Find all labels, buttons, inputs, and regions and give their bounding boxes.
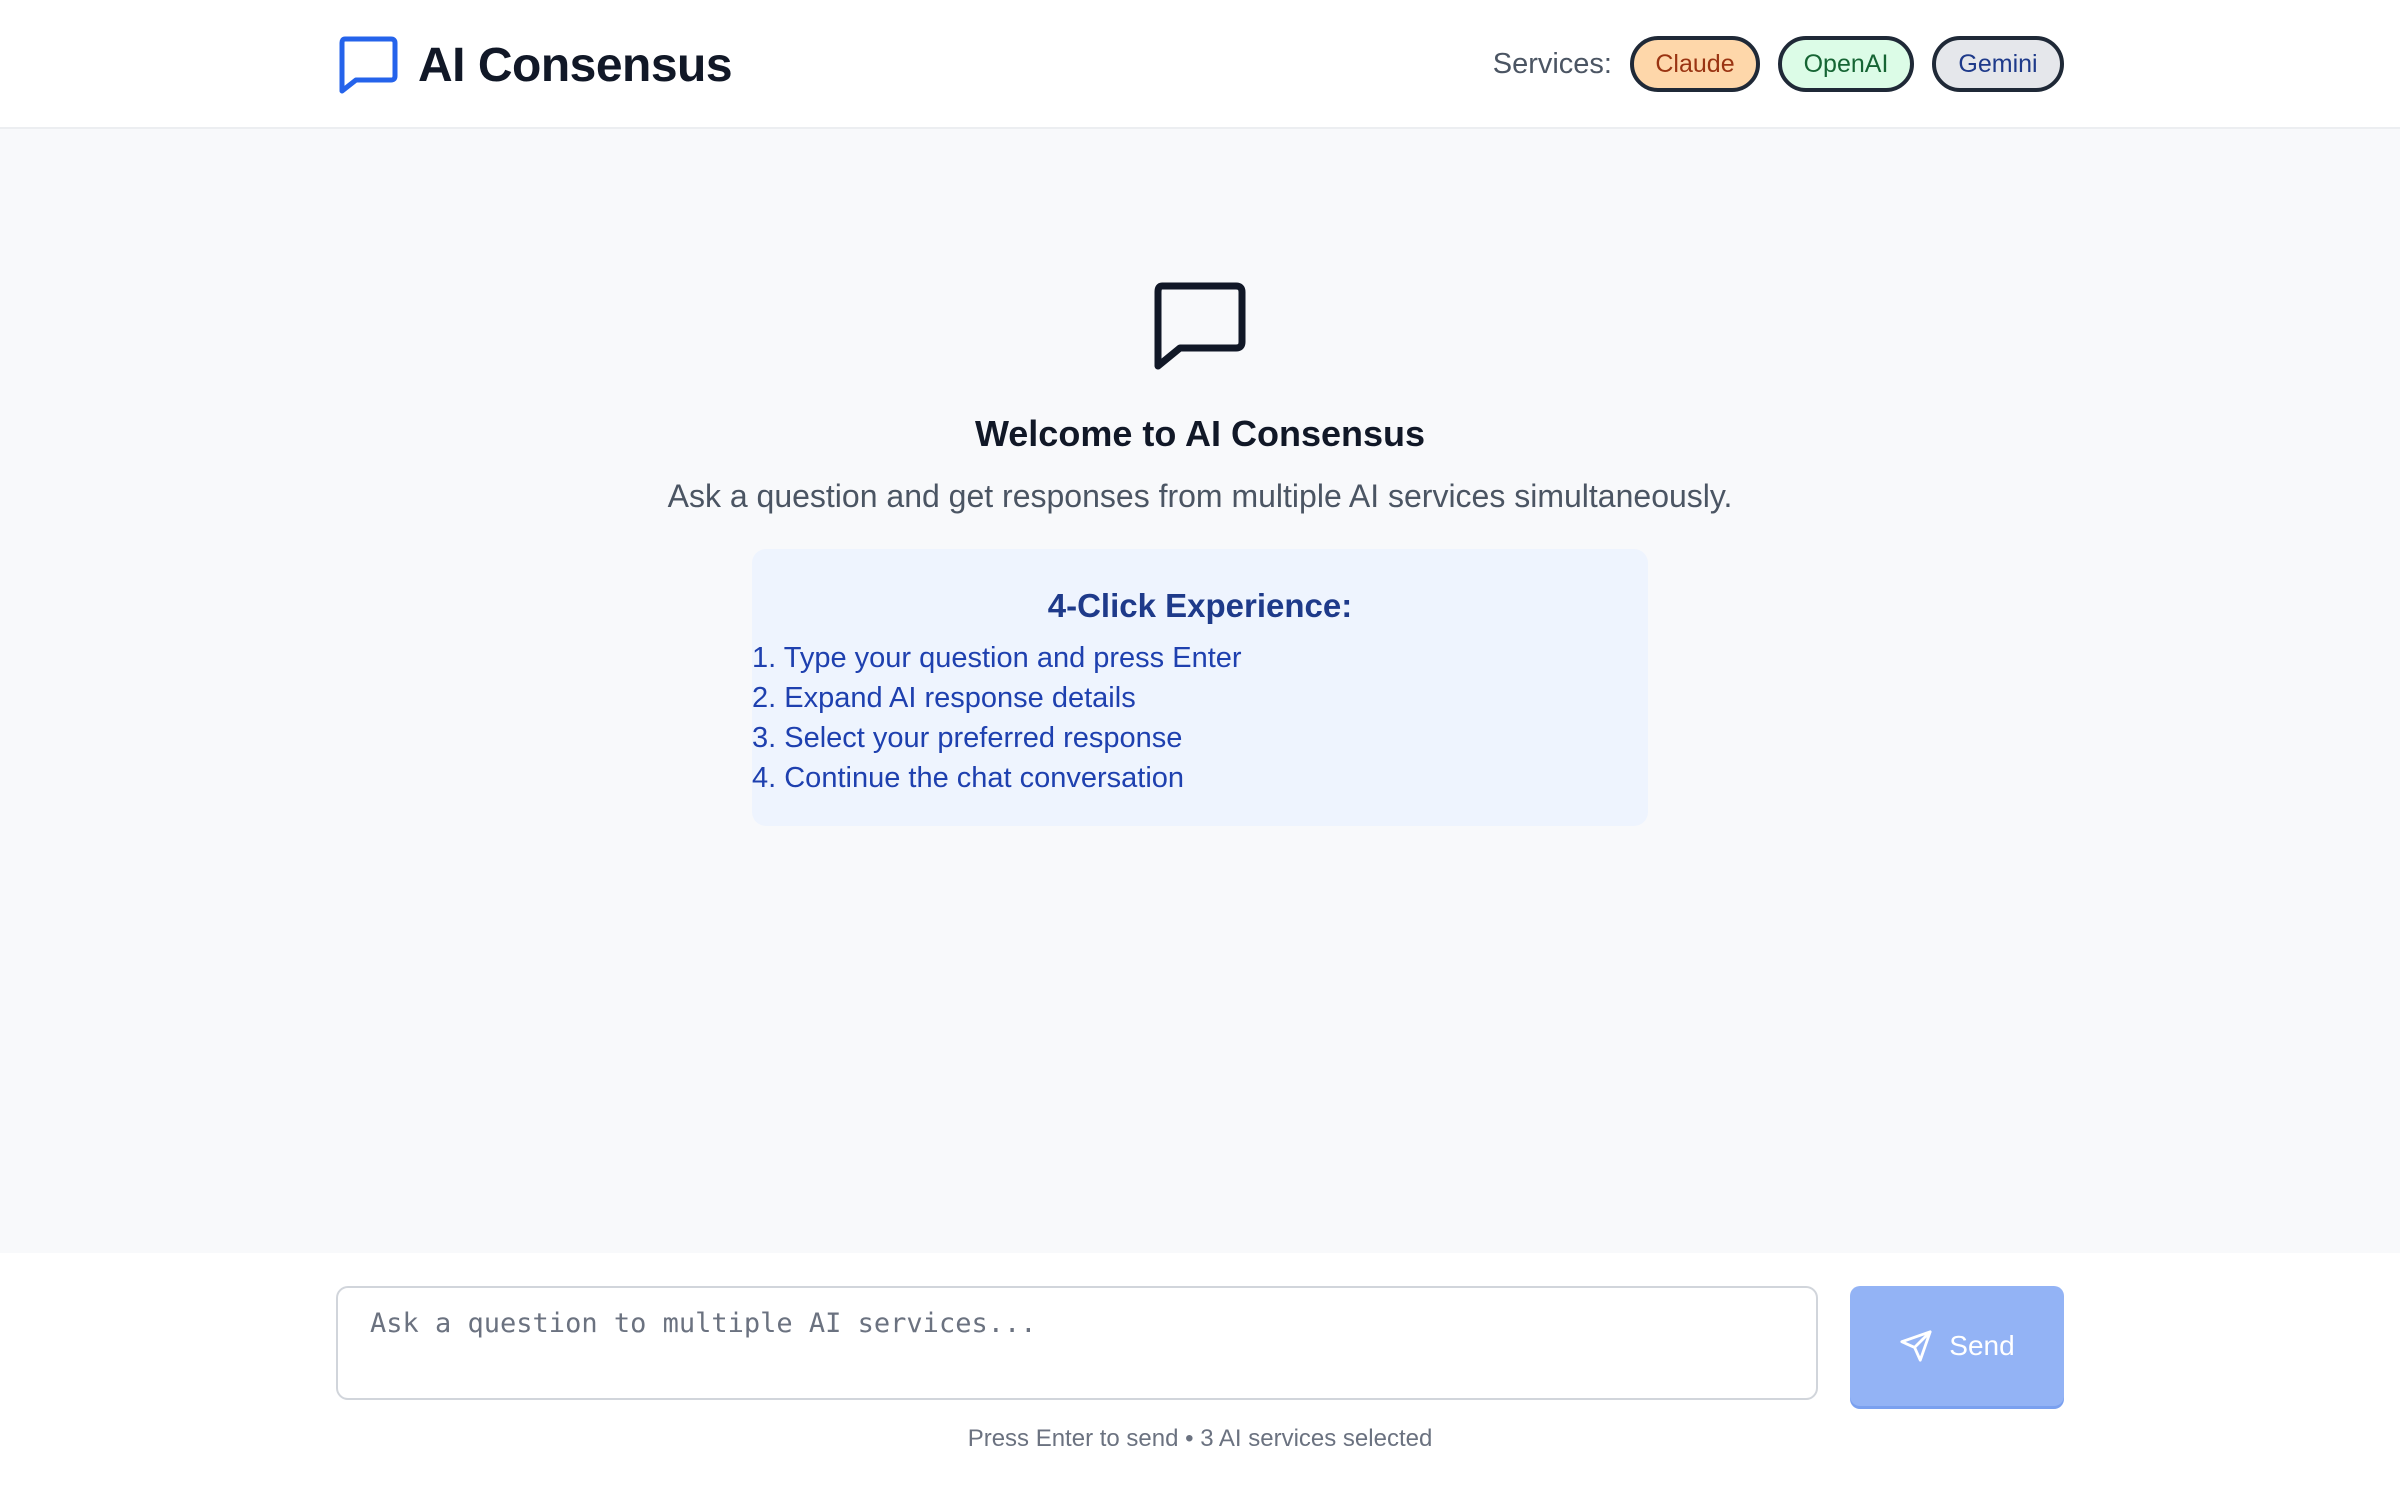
chat-area: Welcome to AI Consensus Ask a question a… — [0, 131, 2400, 1253]
services-label: Services: — [1492, 47, 1612, 80]
brand: AI Consensus — [336, 34, 733, 96]
step-item: 4. Continue the chat conversation — [752, 762, 1185, 794]
app-title: AI Consensus — [418, 38, 733, 92]
service-toggle-gemini[interactable]: Gemini — [1932, 36, 2064, 92]
service-toggle-claude[interactable]: Claude — [1630, 36, 1760, 92]
send-icon — [1900, 1330, 1932, 1362]
step-item: 3. Select your preferred response — [752, 722, 1183, 754]
steps-panel: 4-Click Experience: 1. Type your questio… — [752, 549, 1648, 826]
welcome-title: Welcome to AI Consensus — [974, 413, 1426, 454]
composer-hint: Press Enter to send • 3 AI services sele… — [967, 1425, 1433, 1452]
welcome-subtitle: Ask a question and get responses from mu… — [667, 478, 1733, 514]
send-label: Send — [1949, 1330, 2015, 1361]
send-button[interactable]: Send — [1850, 1286, 2064, 1406]
services-selector: Services: Claude OpenAI Gemini — [1493, 35, 2064, 93]
steps-title: 4-Click Experience: — [1047, 587, 1353, 624]
chat-bubble-icon — [1154, 282, 1246, 370]
question-input[interactable] — [336, 1286, 1818, 1400]
service-toggle-openai[interactable]: OpenAI — [1778, 36, 1914, 92]
composer: Send Press Enter to send • 3 AI services… — [0, 1253, 2400, 1486]
chat-bubble-icon — [339, 36, 398, 94]
step-item: 1. Type your question and press Enter — [752, 642, 1242, 674]
step-item: 2. Expand AI response details — [752, 682, 1136, 714]
steps-list: 1. Type your question and press Enter 2.… — [752, 638, 1242, 798]
app-header: AI Consensus Services: Claude OpenAI Gem… — [0, 0, 2400, 129]
